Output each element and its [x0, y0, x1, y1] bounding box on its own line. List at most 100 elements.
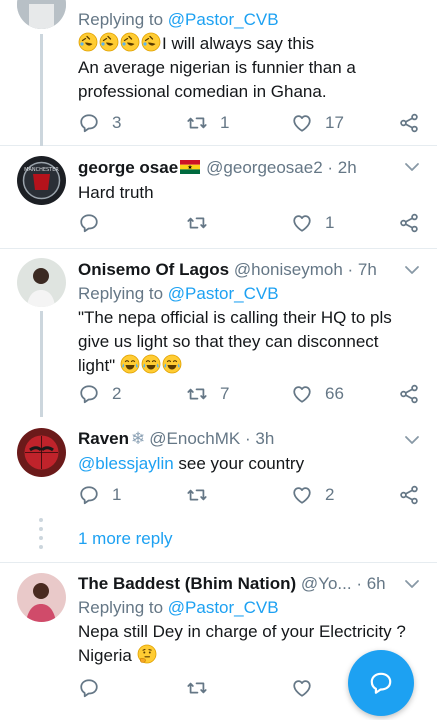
like-count: 17 — [325, 113, 344, 132]
replying-to-handle[interactable]: @Pastor_CVB — [168, 10, 279, 29]
mention-link[interactable]: @blessjaylin — [78, 454, 174, 473]
more-replies-link[interactable]: 1 more reply — [78, 529, 172, 549]
avatar[interactable] — [17, 0, 66, 29]
reply-button[interactable]: 2 — [78, 381, 121, 407]
tweet-text-line: light" — [78, 356, 116, 375]
retweet-icon — [186, 484, 208, 506]
tweet-4[interactable]: Raven ❄ @EnochMK · 3h @blessjaylin see you… — [0, 417, 437, 563]
reply-icon — [78, 112, 100, 134]
display-name[interactable]: Raven — [78, 429, 129, 448]
share-icon — [398, 383, 420, 405]
like-count: 66 — [325, 384, 344, 403]
share-button[interactable] — [398, 381, 420, 407]
thread-line — [40, 311, 43, 417]
ghana-flag-icon — [180, 157, 201, 174]
chevron-down-icon[interactable] — [403, 431, 421, 449]
avatar[interactable]: MANCHESTER — [17, 156, 66, 205]
replying-to: Replying to @Pastor_CVB — [78, 596, 427, 620]
user-handle[interactable]: @EnochMK — [149, 429, 240, 448]
timestamp: · 3h — [244, 429, 275, 448]
tweet-text: Hard truth — [78, 183, 154, 202]
timestamp: · 6h — [356, 574, 386, 593]
reply-button[interactable]: 3 — [78, 110, 121, 136]
reply-button[interactable] — [78, 675, 100, 701]
like-icon — [291, 212, 313, 234]
user-handle[interactable]: @Yo... — [301, 574, 352, 593]
retweet-count: 7 — [220, 384, 230, 403]
share-button[interactable] — [398, 210, 420, 236]
timestamp: · 7h — [347, 260, 377, 279]
reply-icon — [78, 677, 100, 699]
chevron-down-icon[interactable] — [403, 575, 421, 593]
emoji-joy-icon — [120, 356, 183, 375]
like-button[interactable] — [291, 675, 313, 701]
compose-reply-icon — [370, 672, 392, 694]
replying-to-label: Replying to — [78, 284, 168, 303]
replying-to: Replying to @Pastor_CVB — [78, 282, 427, 306]
retweet-icon — [186, 112, 208, 134]
reply-count: 1 — [112, 485, 122, 504]
like-icon — [291, 484, 313, 506]
share-button[interactable] — [398, 482, 420, 508]
display-name[interactable]: The Baddest (Bhim Nation) — [78, 574, 296, 593]
svg-text:MANCHESTER: MANCHESTER — [24, 167, 59, 173]
user-handle[interactable]: @honiseymoh — [234, 260, 343, 279]
avatar[interactable] — [17, 428, 66, 477]
tweet-text-rest: see your country — [173, 454, 305, 473]
thread-dots — [39, 518, 43, 554]
chevron-down-icon[interactable] — [403, 261, 421, 279]
replying-to-handle[interactable]: @Pastor_CVB — [168, 284, 279, 303]
share-icon — [398, 112, 420, 134]
tweet-1[interactable]: Replying to @Pastor_CVB I will always sa… — [0, 0, 437, 146]
like-button[interactable]: 66 — [291, 381, 344, 407]
tweet-text-line: give us light so that they can disconnec… — [78, 332, 379, 351]
tweet-text: "The nepa official is calling their HQ t… — [78, 306, 427, 378]
user-handle[interactable]: @georgeosae2 — [206, 158, 323, 177]
reply-button[interactable] — [78, 210, 100, 236]
like-button[interactable]: 2 — [291, 482, 334, 508]
share-button[interactable] — [398, 110, 420, 136]
reply-icon — [78, 212, 100, 234]
tweet-text-line: I will always say this — [162, 34, 315, 53]
reply-icon — [78, 383, 100, 405]
like-button[interactable]: 17 — [291, 110, 344, 136]
share-icon — [398, 484, 420, 506]
retweet-icon — [186, 677, 208, 699]
like-button[interactable]: 1 — [291, 210, 334, 236]
emoji-thinking-icon — [137, 646, 158, 665]
reply-count: 3 — [112, 113, 122, 132]
reply-icon — [78, 484, 100, 506]
retweet-icon — [186, 212, 208, 234]
like-icon — [291, 677, 313, 699]
retweet-button[interactable] — [186, 482, 208, 508]
like-icon — [291, 383, 313, 405]
replying-to: Replying to @Pastor_CVB — [78, 8, 427, 32]
tweet-2[interactable]: MANCHESTER george osae @georgeosae2 · 2h … — [0, 146, 437, 249]
reply-button[interactable]: 1 — [78, 482, 121, 508]
tweet-text-line: Nepa still Dey in charge of your Electri… — [78, 622, 406, 641]
emoji-rofl-icon — [78, 34, 162, 53]
retweet-button[interactable]: 7 — [186, 381, 229, 407]
display-name[interactable]: Onisemo Of Lagos — [78, 260, 229, 279]
timestamp: · 2h — [327, 158, 357, 177]
retweet-button[interactable] — [186, 675, 208, 701]
reply-count: 2 — [112, 384, 122, 403]
replying-to-handle[interactable]: @Pastor_CVB — [168, 598, 279, 617]
snowflake-icon: ❄ — [131, 429, 146, 448]
avatar[interactable] — [17, 573, 66, 622]
chevron-down-icon[interactable] — [403, 158, 421, 176]
display-name[interactable]: george osae — [78, 158, 178, 177]
replying-to-label: Replying to — [78, 10, 168, 29]
tweet-text-line: professional comedian in Ghana. — [78, 82, 327, 101]
like-count: 1 — [325, 213, 335, 232]
compose-reply-button[interactable] — [348, 650, 414, 716]
share-icon — [398, 212, 420, 234]
avatar[interactable] — [17, 258, 66, 307]
tweet-3[interactable]: Onisemo Of Lagos @honiseymoh · 7h Replyi… — [0, 249, 437, 417]
tweet-text: I will always say this An average nigeri… — [78, 32, 427, 104]
tweet-text-line: "The nepa official is calling their HQ t… — [78, 308, 392, 327]
retweet-button[interactable] — [186, 210, 208, 236]
replying-to-label: Replying to — [78, 598, 168, 617]
retweet-button[interactable]: 1 — [186, 110, 229, 136]
retweet-count: 1 — [220, 113, 230, 132]
